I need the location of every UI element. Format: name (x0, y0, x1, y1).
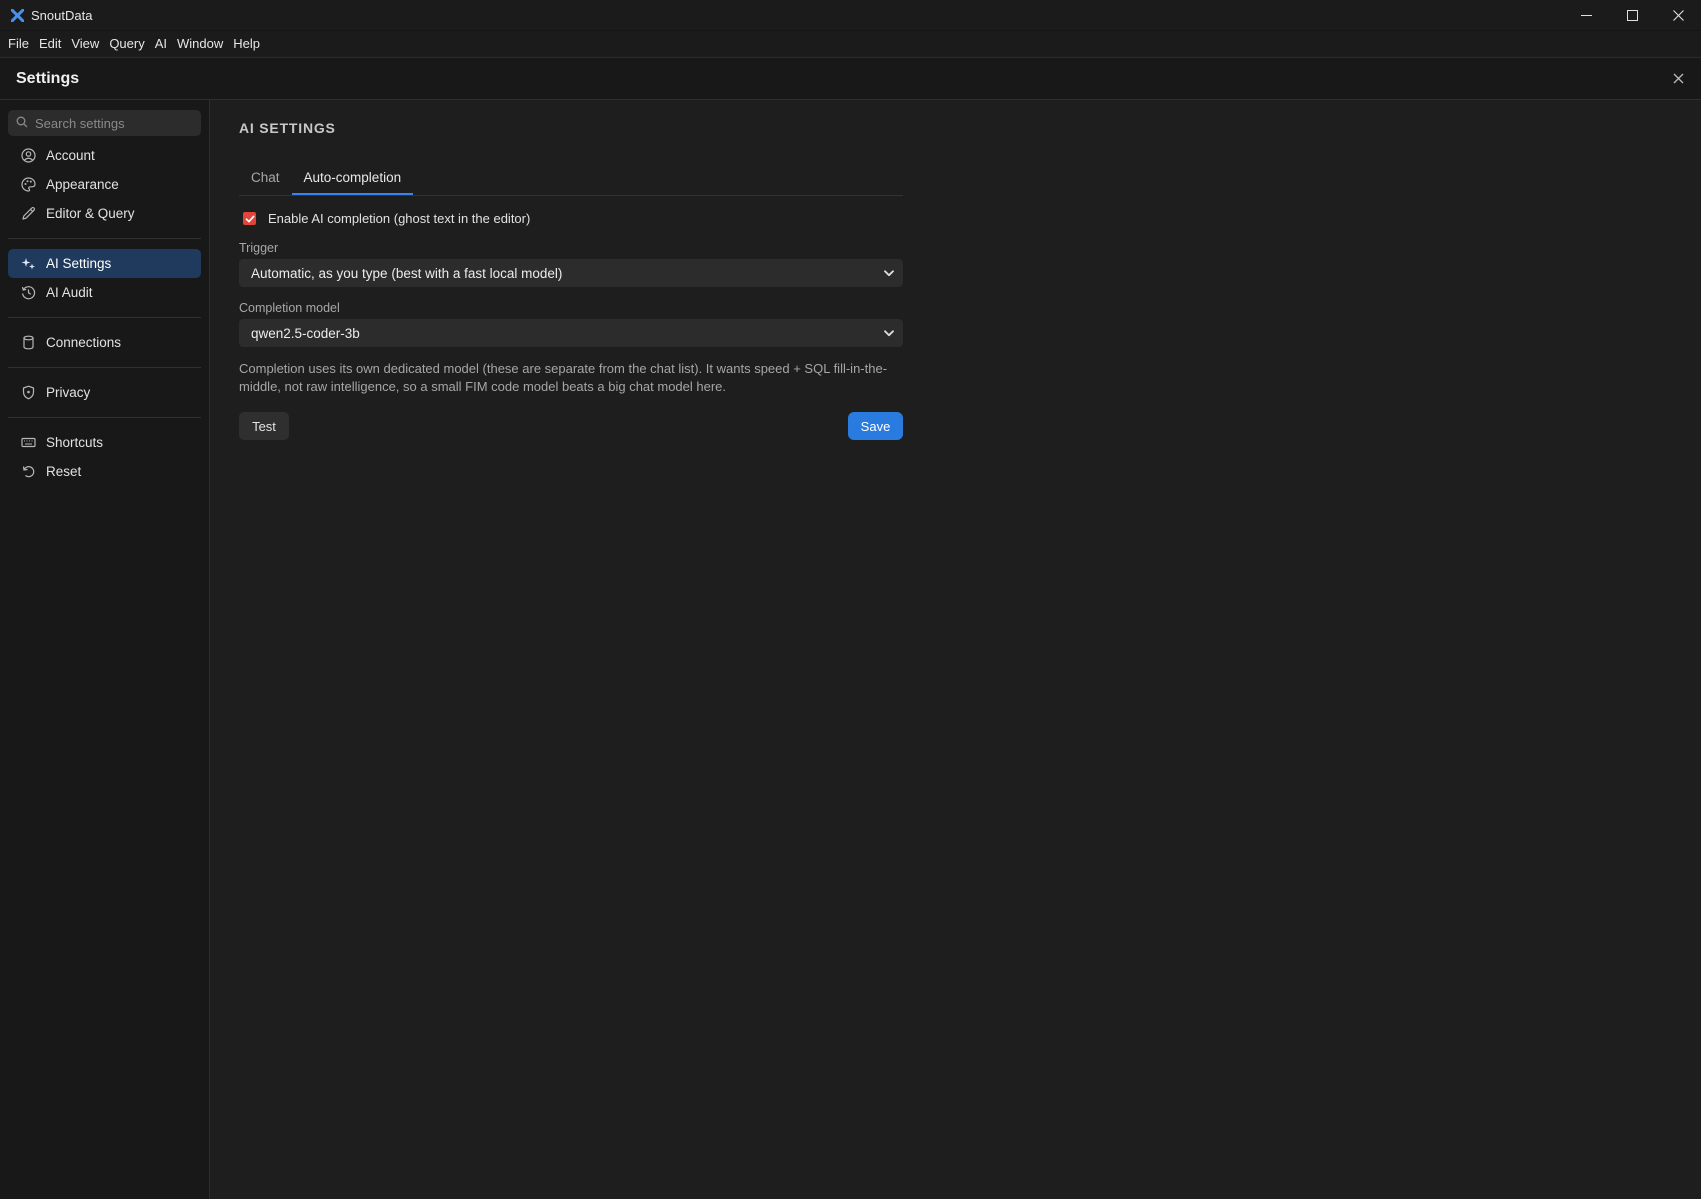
pencil-icon (20, 206, 36, 222)
sidebar-item-label: Appearance (46, 177, 119, 192)
chevron-down-icon (879, 329, 899, 337)
minimize-icon (1580, 8, 1592, 24)
completion-model-select[interactable]: qwen2.5-coder-3b (239, 319, 903, 347)
settings-close-button[interactable] (1665, 66, 1691, 92)
nav-group-data: Connections (8, 323, 201, 362)
sidebar-item-label: Editor & Query (46, 206, 135, 221)
sidebar-item-editor-query[interactable]: Editor & Query (8, 199, 201, 228)
tab-auto-completion[interactable]: Auto-completion (291, 162, 414, 195)
sidebar-item-label: AI Audit (46, 285, 93, 300)
menu-window[interactable]: Window (172, 31, 228, 56)
maximize-icon (1626, 8, 1638, 24)
menu-help[interactable]: Help (228, 31, 265, 56)
sidebar-item-appearance[interactable]: Appearance (8, 170, 201, 199)
enable-completion-label[interactable]: Enable AI completion (ghost text in the … (268, 211, 530, 226)
sidebar-divider (8, 367, 201, 368)
sidebar-divider (8, 417, 201, 418)
search-settings[interactable] (8, 110, 201, 136)
test-button[interactable]: Test (239, 412, 289, 440)
trigger-select-value: Automatic, as you type (best with a fast… (251, 265, 563, 281)
trigger-select[interactable]: Automatic, as you type (best with a fast… (239, 259, 903, 287)
minimize-button[interactable] (1563, 0, 1609, 31)
sidebar-item-label: Shortcuts (46, 435, 104, 450)
database-icon (20, 335, 36, 351)
chevron-down-icon (879, 269, 899, 277)
menu-query[interactable]: Query (104, 31, 149, 56)
sidebar-divider (8, 238, 201, 239)
ai-settings-tabs: Chat Auto-completion (239, 162, 903, 196)
close-icon (1673, 71, 1684, 87)
save-button[interactable]: Save (848, 412, 903, 440)
completion-model-value: qwen2.5-coder-3b (251, 325, 360, 341)
trigger-label: Trigger (239, 241, 279, 255)
maximize-button[interactable] (1609, 0, 1655, 31)
menu-file[interactable]: File (3, 31, 34, 56)
settings-title: Settings (16, 69, 80, 87)
nav-group-general: Account Appearance Editor & Query (8, 136, 201, 233)
sidebar-item-label: Connections (46, 335, 122, 350)
sidebar-item-shortcuts[interactable]: Shortcuts (8, 428, 201, 457)
completion-model-label: Completion model (239, 301, 340, 315)
sidebar-item-privacy[interactable]: Privacy (8, 378, 201, 407)
section-title: AI SETTINGS (239, 120, 336, 136)
search-icon (16, 115, 28, 131)
sidebar-item-label: Account (46, 148, 95, 163)
tab-chat[interactable]: Chat (239, 162, 292, 195)
enable-completion-checkbox[interactable] (243, 212, 256, 225)
close-icon (1672, 8, 1684, 24)
search-input[interactable] (35, 115, 185, 131)
window-controls (1563, 0, 1701, 31)
sidebar-item-ai-audit[interactable]: AI Audit (8, 278, 201, 307)
sidebar-item-label: Reset (46, 464, 82, 479)
menu-edit[interactable]: Edit (34, 31, 66, 56)
settings-sidebar: Account Appearance Editor & Query AI Set… (0, 100, 210, 1199)
keyboard-icon (20, 435, 36, 451)
menu-view[interactable]: View (66, 31, 104, 56)
settings-header: Settings (0, 57, 1701, 100)
sparkles-icon (20, 256, 36, 272)
nav-group-misc: Shortcuts Reset (8, 423, 201, 491)
nav-group-ai: AI Settings AI Audit (8, 244, 201, 312)
window-close-button[interactable] (1655, 0, 1701, 31)
history-icon (20, 285, 36, 301)
sidebar-item-label: Privacy (46, 385, 91, 400)
undo-icon (20, 464, 36, 480)
account-circle-icon (20, 148, 36, 164)
sidebar-item-reset[interactable]: Reset (8, 457, 201, 486)
snoutdata-logo-icon (10, 8, 24, 22)
checkmark-icon (245, 211, 255, 227)
shield-icon (20, 385, 36, 401)
sidebar-item-account[interactable]: Account (8, 141, 201, 170)
completion-help-text: Completion uses its own dedicated model … (239, 361, 888, 394)
menu-bar: File Edit View Query AI Window Help (0, 31, 1701, 56)
palette-icon (20, 177, 36, 193)
enable-completion-row: Enable AI completion (ghost text in the … (243, 211, 530, 226)
settings-main: AI SETTINGS Chat Auto-completion Enable … (211, 100, 1701, 1199)
sidebar-divider (8, 317, 201, 318)
sidebar-item-connections[interactable]: Connections (8, 328, 201, 357)
app-title: SnoutData (31, 7, 93, 23)
sidebar-item-ai-settings[interactable]: AI Settings (8, 249, 201, 278)
title-bar: SnoutData (0, 0, 1701, 31)
menu-ai[interactable]: AI (150, 31, 172, 56)
nav-group-privacy: Privacy (8, 373, 201, 412)
sidebar-item-label: AI Settings (46, 256, 112, 271)
